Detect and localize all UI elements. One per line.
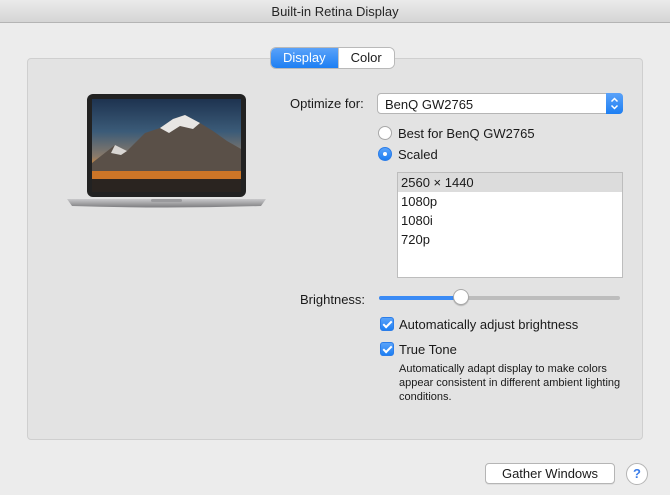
resolution-list[interactable]: 2560 × 1440 1080p 1080i 720p (397, 172, 623, 278)
auto-brightness-checkbox[interactable] (380, 317, 394, 331)
tab-bar: Display Color (271, 48, 394, 68)
brightness-label: Brightness: (300, 292, 366, 307)
optimize-for-label: Optimize for: (290, 96, 364, 111)
optimize-for-value: BenQ GW2765 (385, 97, 474, 112)
radio-scaled-label: Scaled (398, 147, 438, 162)
window-title: Built-in Retina Display (271, 4, 399, 19)
resolution-option-2560x1440[interactable]: 2560 × 1440 (398, 173, 622, 192)
tab-display[interactable]: Display (271, 48, 338, 68)
optimize-for-popup[interactable]: BenQ GW2765 (377, 93, 623, 114)
true-tone-checkbox[interactable] (380, 342, 394, 356)
brightness-slider-knob[interactable] (452, 289, 469, 305)
resolution-option-1080i[interactable]: 1080i (398, 211, 622, 230)
title-bar[interactable]: Built-in Retina Display (0, 0, 670, 23)
brightness-slider[interactable] (379, 289, 620, 305)
radio-best-for-display[interactable] (378, 126, 392, 140)
help-button[interactable]: ? (626, 463, 648, 485)
radio-best-label: Best for BenQ GW2765 (398, 126, 535, 141)
tab-color[interactable]: Color (337, 48, 394, 68)
macbook-pro-icon (67, 94, 266, 208)
resolution-option-1080p[interactable]: 1080p (398, 192, 622, 211)
auto-brightness-label: Automatically adjust brightness (399, 317, 579, 332)
gather-windows-button[interactable]: Gather Windows (485, 463, 615, 484)
true-tone-label: True Tone (399, 342, 457, 357)
radio-scaled[interactable] (378, 147, 392, 161)
popup-chevrons-icon (606, 93, 623, 114)
brightness-slider-fill (379, 296, 461, 300)
true-tone-description: Automatically adapt display to make colo… (399, 363, 621, 403)
resolution-option-720p[interactable]: 720p (398, 230, 622, 249)
